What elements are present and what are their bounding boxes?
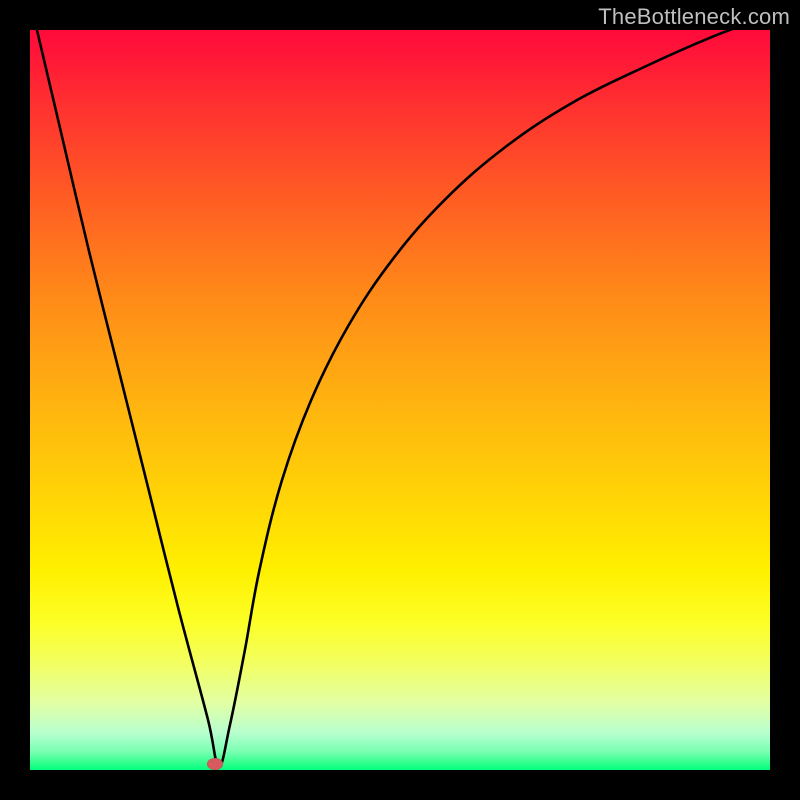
watermark-text: TheBottleneck.com [598,4,790,30]
bottleneck-curve [30,30,770,766]
chart-frame: TheBottleneck.com [0,0,800,800]
curve-layer [30,30,770,770]
highlight-dot [207,758,223,770]
plot-area [30,30,770,770]
